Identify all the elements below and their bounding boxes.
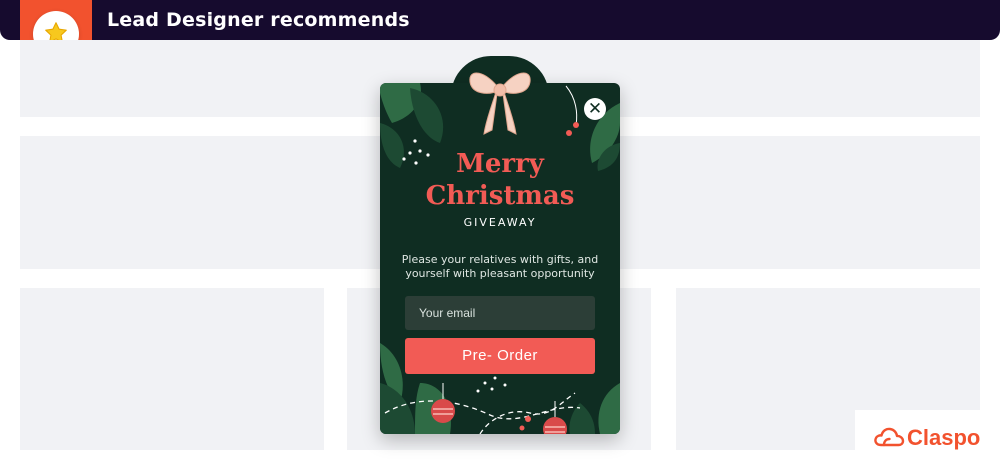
cloud-logo-icon	[874, 427, 905, 447]
popup-title-line2: Christmas	[425, 181, 575, 211]
leaf-top-left-2	[410, 88, 444, 143]
brand-name: Claspo	[907, 425, 981, 450]
bow-icon	[469, 72, 531, 135]
placeholder-card-left	[20, 288, 324, 450]
email-field[interactable]	[405, 296, 595, 330]
leaf-bottom-right	[598, 383, 620, 434]
header-title: Lead Designer recommends	[107, 9, 410, 31]
top-header-bar: Lead Designer recommends	[0, 0, 1000, 40]
popup-title-line1: Merry	[456, 149, 544, 179]
popup-subtitle: GIVEAWAY	[463, 216, 537, 229]
berry-stem	[565, 85, 578, 126]
berry	[566, 130, 572, 136]
close-icon[interactable]: ✕	[584, 98, 606, 120]
berry	[573, 122, 579, 128]
ornament-right	[543, 401, 567, 434]
pre-order-button[interactable]: Pre- Order	[405, 338, 595, 374]
leaf-bottom-right-2	[569, 403, 595, 434]
popup-description: Please your relatives with gifts, and yo…	[401, 253, 599, 280]
dashed-swirl	[384, 400, 581, 420]
